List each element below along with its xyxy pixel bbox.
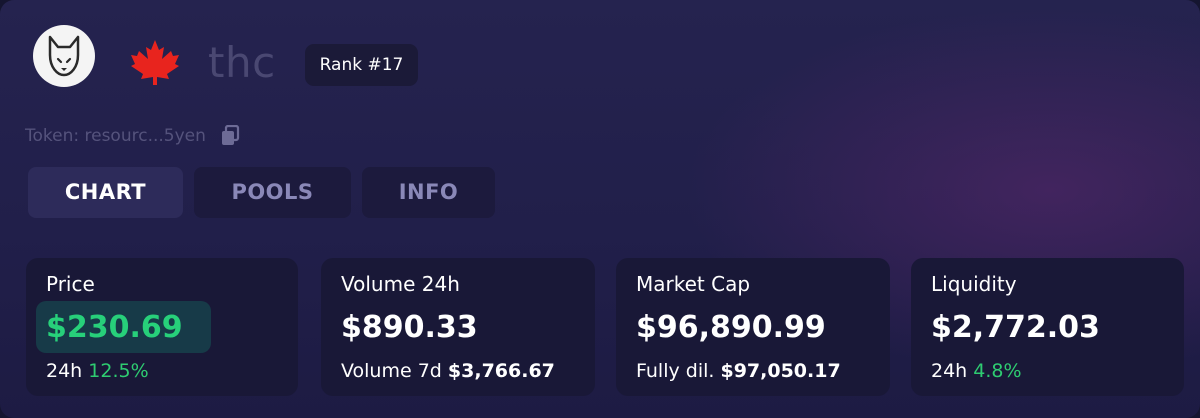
price-change-value: 12.5% <box>88 360 149 382</box>
token-header-panel: thc Rank #17 Token: resourc...5yen CHART… <box>0 0 1200 418</box>
token-address: Token: resourc...5yen <box>25 126 206 146</box>
tab-info[interactable]: INFO <box>362 167 495 218</box>
fully-diluted-label: Fully dil. <box>636 360 715 382</box>
token-address-row: Token: resourc...5yen <box>25 124 240 148</box>
liquidity-change: 24h 4.8% <box>931 359 1022 383</box>
price-card: Price $230.69 24h 12.5% <box>26 258 298 396</box>
market-cap-value: $96,890.99 <box>636 310 826 345</box>
liquidity-change-value: 4.8% <box>973 360 1022 382</box>
market-cap-label: Market Cap <box>636 272 751 296</box>
price-label: Price <box>46 272 95 296</box>
liquidity-label: Liquidity <box>931 272 1017 296</box>
fully-diluted-value: $97,050.17 <box>720 360 841 382</box>
market-cap-card: Market Cap $96,890.99 Fully dil. $97,050… <box>616 258 890 396</box>
copy-icon[interactable] <box>220 125 240 147</box>
tab-chart[interactable]: CHART <box>28 167 183 218</box>
liquidity-change-label: 24h <box>931 360 968 382</box>
fully-diluted: Fully dil. $97,050.17 <box>636 359 841 383</box>
token-avatar <box>33 25 95 87</box>
price-change-label: 24h <box>46 360 83 382</box>
volume-value: $890.33 <box>341 310 478 345</box>
volume-7d-value: $3,766.67 <box>447 360 555 382</box>
volume-7d: Volume 7d $3,766.67 <box>341 359 555 383</box>
liquidity-value: $2,772.03 <box>931 310 1100 345</box>
maple-leaf-icon <box>131 40 179 85</box>
volume-label: Volume 24h <box>341 272 460 296</box>
token-ticker: thc <box>208 38 276 87</box>
volume-card: Volume 24h $890.33 Volume 7d $3,766.67 <box>321 258 595 396</box>
rank-badge: Rank #17 <box>305 44 418 86</box>
price-value: $230.69 <box>46 310 183 345</box>
dog-logo-icon <box>48 35 80 77</box>
volume-7d-label: Volume 7d <box>341 360 442 382</box>
price-change: 24h 12.5% <box>46 359 149 383</box>
tab-pools[interactable]: POOLS <box>194 167 351 218</box>
liquidity-card: Liquidity $2,772.03 24h 4.8% <box>911 258 1184 396</box>
